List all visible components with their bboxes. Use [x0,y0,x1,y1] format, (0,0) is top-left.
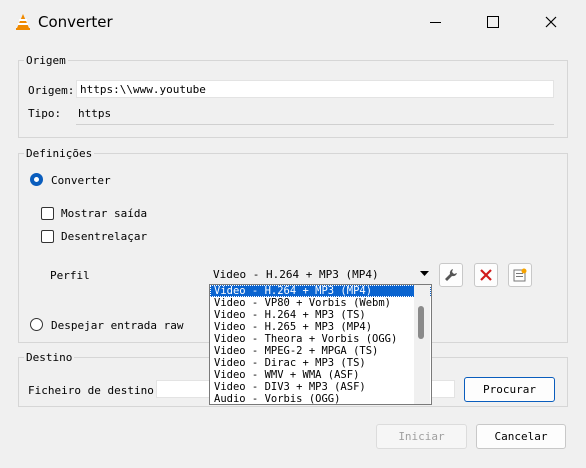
tipo-value: https [78,107,112,120]
close-icon [545,16,557,28]
origem-value: https:\\www.youtube [80,83,206,96]
vlc-logo-icon [14,13,32,31]
dropdown-scrollbar[interactable] [414,285,430,404]
perfil-dropdown-list[interactable]: Video - H.264 + MP3 (MP4) Video - VP80 +… [209,284,432,405]
despejar-label[interactable]: Despejar entrada raw [51,319,183,332]
converter-radio[interactable] [30,173,43,186]
close-button[interactable] [522,0,580,44]
profile-option[interactable]: Video - Dirac + MP3 (TS) [210,357,431,369]
origem-group-label: Origem [24,54,68,67]
iniciar-button[interactable]: Iniciar [376,424,467,449]
mostrar-saida-checkbox[interactable] [41,207,54,220]
destino-group-label: Destino [24,351,75,364]
profile-option[interactable]: Video - H.265 + MP3 (MP4) [210,321,431,333]
ficheiro-destino-label: Ficheiro de destino: [28,384,161,397]
edit-profile-button[interactable] [439,263,463,287]
perfil-label: Perfil [50,269,90,282]
profile-option[interactable]: Video - VP80 + Vorbis (Webm) [210,297,431,309]
wrench-icon [445,269,457,281]
profile-option[interactable]: Video - MPEG-2 + MPGA (TS) [210,345,431,357]
iniciar-label: Iniciar [398,430,445,443]
profile-option[interactable]: Video - DIV3 + MP3 (ASF) [210,381,431,393]
definicoes-group-label: Definições [24,147,95,160]
origem-label: Origem: [28,84,75,97]
perfil-select[interactable]: Video - H.264 + MP3 (MP4) [209,265,433,284]
origem-input[interactable]: https:\\www.youtube [76,80,554,98]
procurar-button[interactable]: Procurar [464,377,555,402]
profile-option[interactable]: Video - H.264 + MP3 (TS) [210,309,431,321]
chevron-down-icon [420,271,429,276]
maximize-icon [487,16,499,28]
perfil-selected-value: Video - H.264 + MP3 (MP4) [213,268,379,281]
tipo-divider [76,124,554,125]
maximize-button[interactable] [464,0,522,44]
tipo-label: Tipo: [28,107,62,120]
despejar-radio[interactable] [30,318,43,331]
cancelar-button[interactable]: Cancelar [476,424,566,449]
mostrar-saida-label[interactable]: Mostrar saída [61,207,147,220]
new-profile-button[interactable] [508,263,532,287]
profile-option[interactable]: Audio - Vorbis (OGG) [210,393,431,404]
desentrelacar-checkbox[interactable] [41,230,54,243]
window-title: Converter [38,13,113,31]
new-profile-icon [513,268,527,282]
profile-option[interactable]: Video - H.264 + MP3 (MP4) [210,285,431,297]
procurar-label: Procurar [483,383,536,396]
dropdown-scrollbar-thumb[interactable] [418,306,424,339]
minimize-icon [429,21,441,23]
profile-option[interactable]: Video - WMV + WMA (ASF) [210,369,431,381]
delete-icon [480,269,492,281]
converter-label[interactable]: Converter [51,174,111,187]
origem-group [18,60,568,138]
profile-option[interactable]: Video - Theora + Vorbis (OGG) [210,333,431,345]
cancelar-label: Cancelar [494,430,548,443]
delete-profile-button[interactable] [474,263,498,287]
minimize-button[interactable] [406,0,464,44]
desentrelacar-label[interactable]: Desentrelaçar [61,230,147,243]
